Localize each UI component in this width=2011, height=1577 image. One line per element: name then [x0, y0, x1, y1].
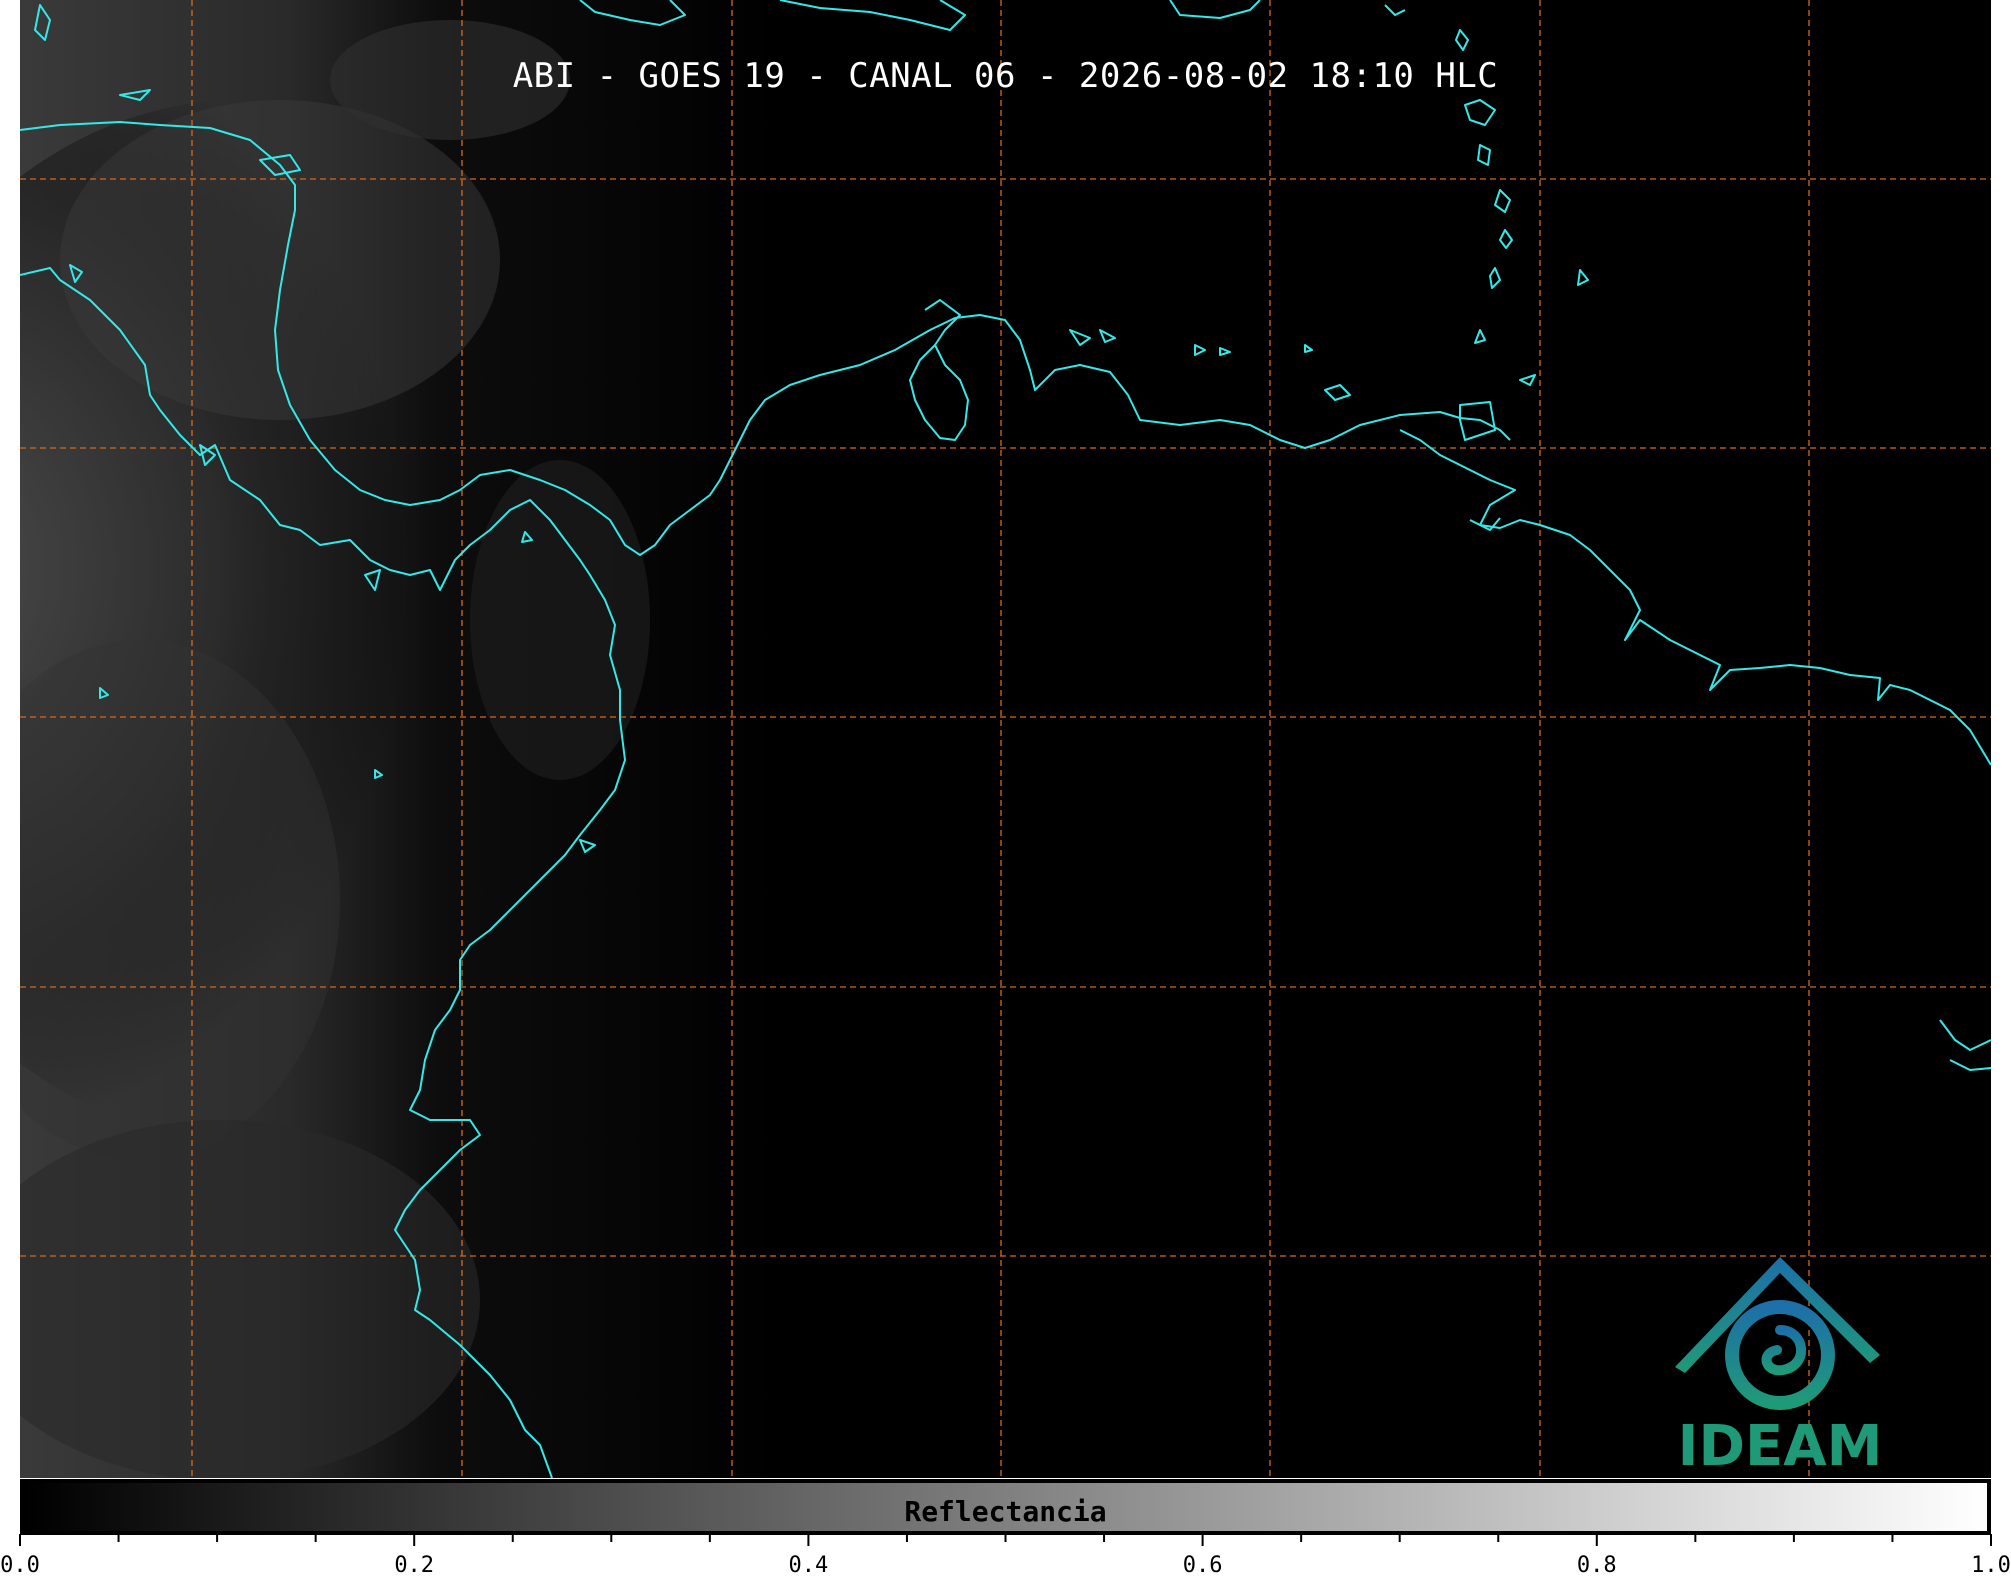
colorbar-ticks: 0.0 0.2 0.4 0.6 0.8 1.0 [0, 1534, 2011, 1577]
map-title: ABI - GOES 19 - CANAL 06 - 2026-08-02 18… [512, 56, 1499, 96]
colorbar-tick-label: 0.0 [0, 1553, 40, 1577]
colorbar-tick-label: 0.6 [1183, 1553, 1223, 1577]
colorbar: Reflectancia [20, 1479, 1991, 1535]
colorbar-label: Reflectancia [904, 1495, 1107, 1528]
colorbar-tick-label: 1.0 [1971, 1553, 2011, 1577]
logo-text: IDEAM [1677, 1414, 1883, 1478]
satellite-map: ABI - GOES 19 - CANAL 06 - 2026-08-02 18… [20, 0, 1991, 1478]
ideam-logo: IDEAM [1665, 1255, 1895, 1475]
colorbar-tick-label: 0.8 [1577, 1553, 1617, 1577]
colorbar-tick-label: 0.4 [789, 1553, 829, 1577]
colorbar-tick-label: 0.2 [394, 1553, 434, 1577]
ideam-emblem-icon [1675, 1257, 1880, 1410]
